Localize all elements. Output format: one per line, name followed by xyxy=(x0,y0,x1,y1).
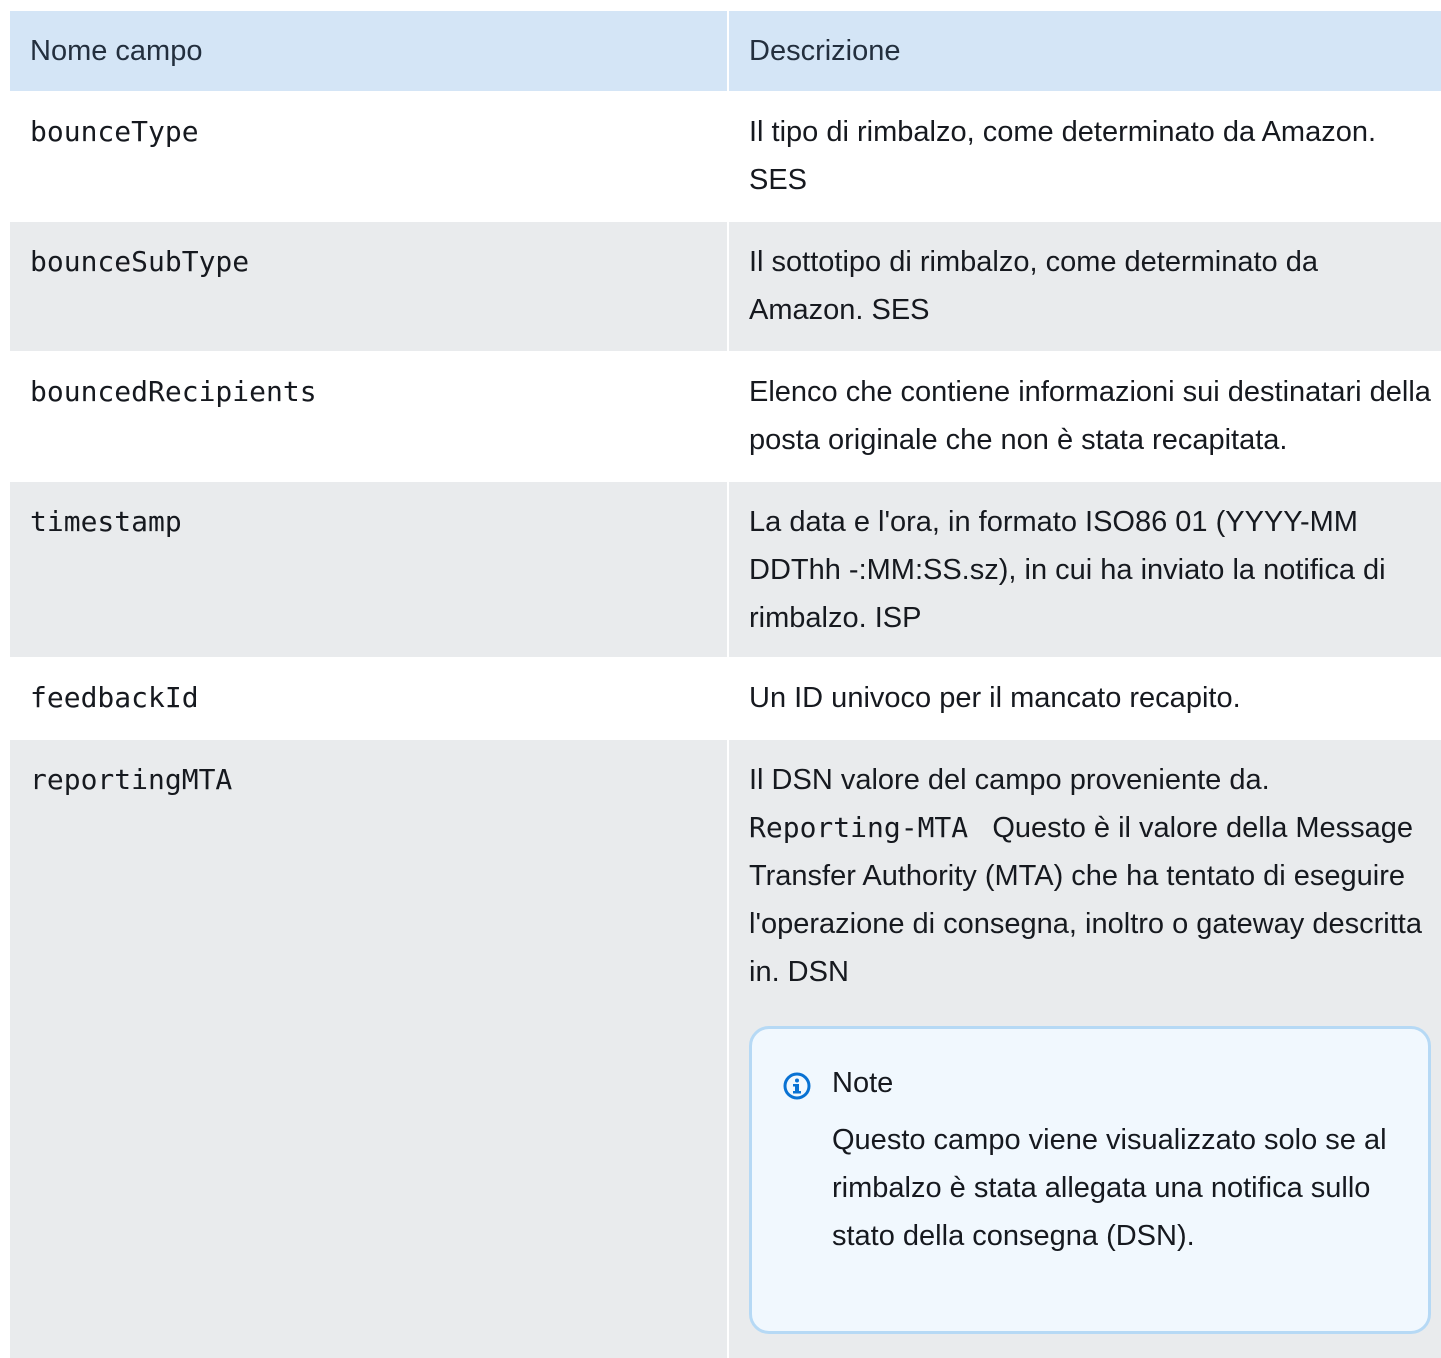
field-table: Nome campo Descrizione bounceType Il tip… xyxy=(10,11,1441,1358)
note-body: Questo campo viene visualizzato solo se … xyxy=(832,1124,1387,1252)
table-row: reportingMTA Il DSN valore del campo pro… xyxy=(10,739,1441,1358)
info-icon xyxy=(782,1068,812,1100)
table-row: timestamp La data e l'ora, in formato IS… xyxy=(10,481,1441,657)
note-title: Note xyxy=(832,1067,894,1099)
table-row: bounceType Il tipo di rimbalzo, come det… xyxy=(10,91,1441,221)
header-description: Descrizione xyxy=(749,35,901,67)
field-name: bounceType xyxy=(10,92,729,221)
field-description: La data e l'ora, in formato ISO86 01 (YY… xyxy=(749,506,1386,634)
field-description: Il sottotipo di rimbalzo, come determina… xyxy=(749,246,1318,326)
table-row: bouncedRecipients Elenco che contiene in… xyxy=(10,351,1441,481)
field-description: Il DSN valore del campo proveniente da. … xyxy=(729,740,1441,1358)
table-row: feedbackId Un ID univoco per il mancato … xyxy=(10,657,1441,739)
inline-code: Reporting-MTA xyxy=(749,811,969,844)
header-field-name: Nome campo xyxy=(10,11,729,91)
table-header: Nome campo Descrizione xyxy=(10,11,1441,91)
field-description: Il tipo di rimbalzo, come determinato da… xyxy=(749,116,1377,196)
description-text: Il DSN valore del campo proveniente da. xyxy=(749,764,1270,796)
field-name: feedbackId xyxy=(10,658,729,739)
note-header: Note xyxy=(782,1059,1398,1107)
field-name: reportingMTA xyxy=(10,740,729,1358)
field-name: bounceSubType xyxy=(10,222,729,351)
field-name: bouncedRecipients xyxy=(10,352,729,481)
table-row: bounceSubType Il sottotipo di rimbalzo, … xyxy=(10,221,1441,351)
field-description: Un ID univoco per il mancato recapito. xyxy=(749,682,1241,714)
field-name: timestamp xyxy=(10,482,729,657)
field-description: Elenco che contiene informazioni sui des… xyxy=(749,376,1431,456)
note-callout: Note Questo campo viene visualizzato sol… xyxy=(749,1026,1431,1334)
